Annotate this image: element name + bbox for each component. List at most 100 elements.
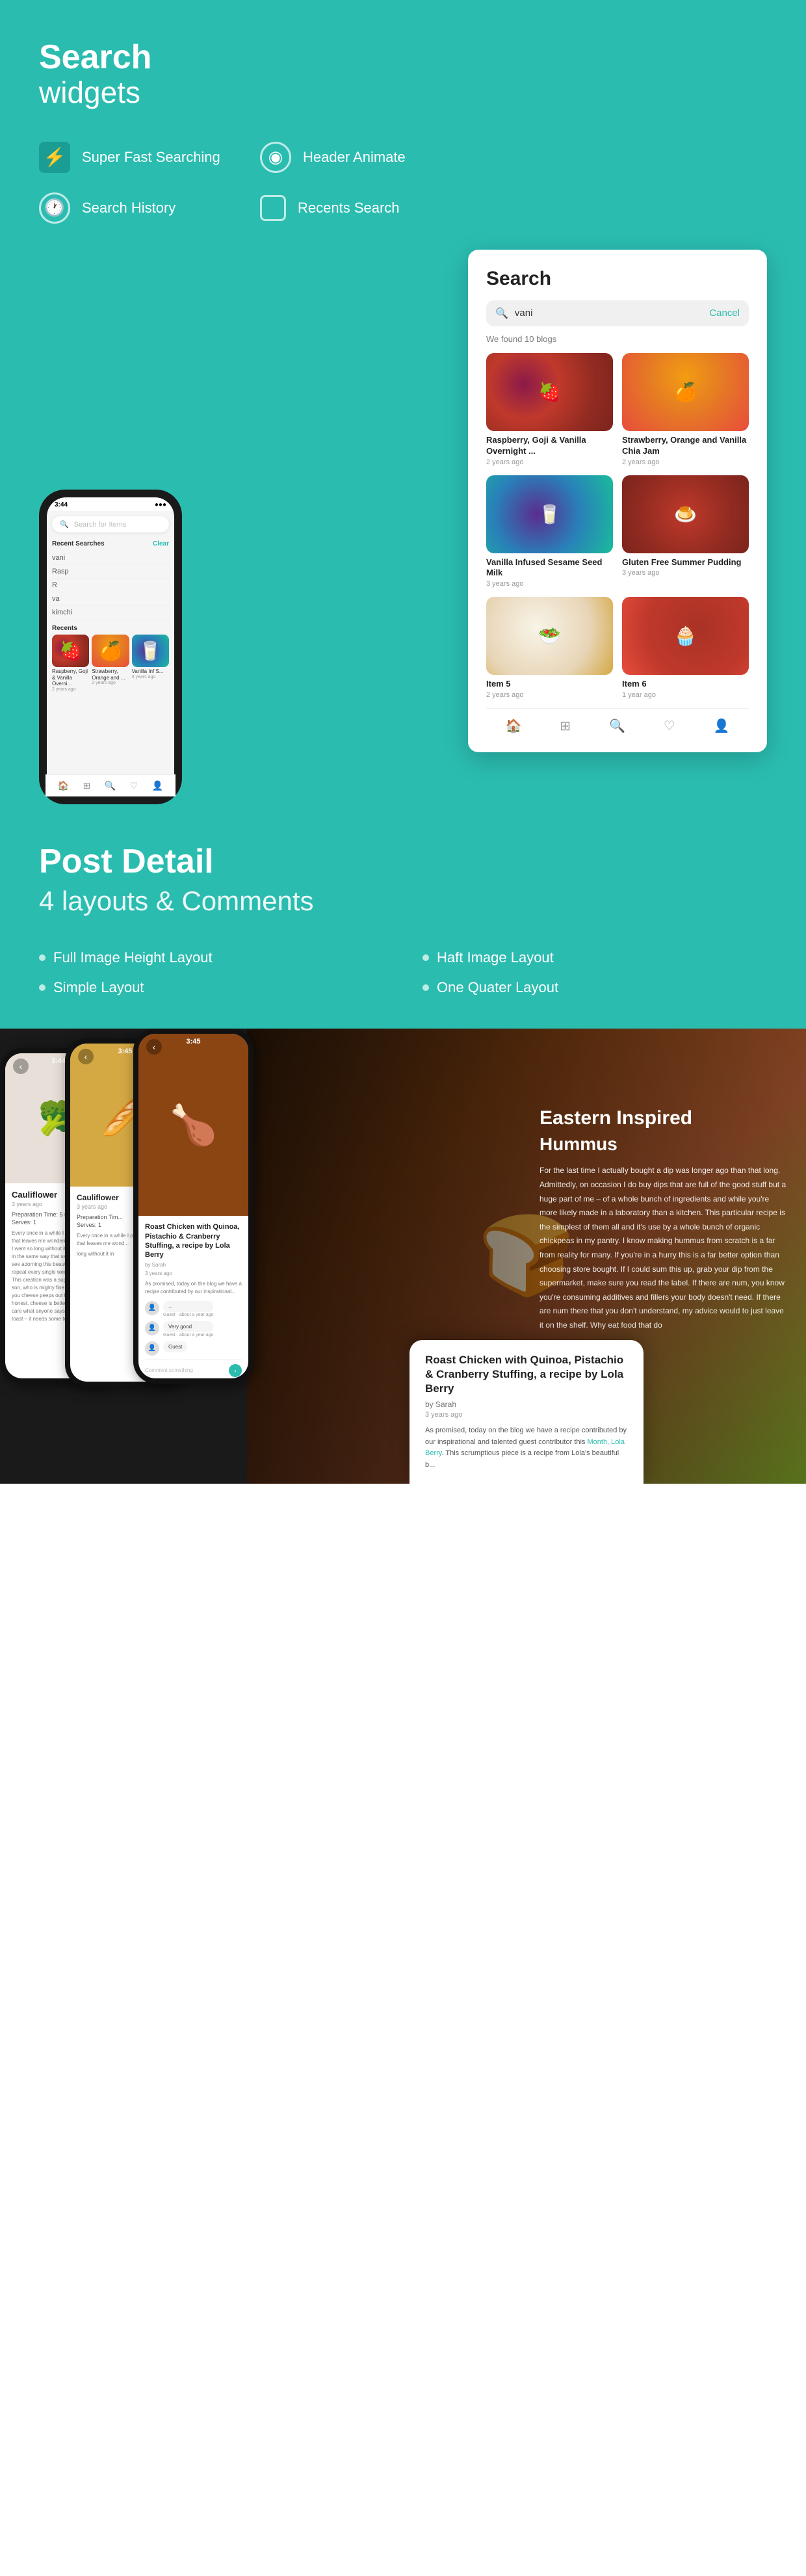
result-date-4: 3 years ago bbox=[622, 569, 749, 577]
search-item-vani[interactable]: vani bbox=[52, 551, 169, 565]
result-title-1: Raspberry, Goji & Vanilla Overnight ... bbox=[486, 435, 613, 457]
result-item-1[interactable]: Raspberry, Goji & Vanilla Overnight ... … bbox=[486, 353, 613, 466]
result-item-4[interactable]: Gluten Free Summer Pudding 3 years ago bbox=[622, 475, 749, 588]
comment-content-3: Guest bbox=[163, 1341, 187, 1352]
nav-home-icon[interactable]: 🏠 bbox=[58, 780, 69, 791]
nav-grid-icon[interactable]: ⊞ bbox=[83, 780, 91, 791]
result-item-3[interactable]: Vanilla Infused Sesame Seed Milk 3 years… bbox=[486, 475, 613, 588]
phone-3-full: 🍗 3:45 ‹ Roast Chicken with Quinoa, Pist… bbox=[138, 1034, 248, 1378]
nav-search-icon[interactable]: 🔍 bbox=[105, 780, 116, 791]
layouts-grid: Full Image Height Layout Haft Image Layo… bbox=[39, 949, 767, 996]
comment-row-2: 👤 Very good Guest · about a year ago bbox=[145, 1321, 242, 1337]
result-date-3: 3 years ago bbox=[486, 580, 613, 588]
result-thumb-3 bbox=[486, 475, 613, 553]
result-title-5: Item 5 bbox=[486, 679, 613, 690]
search-icon: 🔍 bbox=[60, 520, 69, 529]
recipe-card-author: by Sarah bbox=[425, 1400, 628, 1409]
eastern-subtitle: Hummus bbox=[540, 1134, 786, 1155]
recipe-card-link[interactable]: Month, Lola Berry bbox=[425, 1438, 625, 1458]
comment-row-3: 👤 Guest bbox=[145, 1341, 242, 1356]
circle-icon: ◉ bbox=[260, 142, 291, 173]
right-content: 🍞 Eastern Inspired Hummus For the last t… bbox=[247, 1029, 806, 1484]
comment-avatar-2: 👤 bbox=[145, 1321, 159, 1335]
search-item-va[interactable]: va bbox=[52, 592, 169, 606]
search-query: vani bbox=[515, 308, 703, 319]
result-item-2[interactable]: Strawberry, Orange and Vanilla Chia Jam … bbox=[622, 353, 749, 466]
phone-mockup: 3:44 ●●● 🔍 Search for Items Recent Searc… bbox=[39, 490, 182, 804]
sp-nav-home[interactable]: 🏠 bbox=[505, 718, 521, 734]
result-item-5[interactable]: Item 5 2 years ago bbox=[486, 597, 613, 699]
comment-meta-2: Guest · about a year ago bbox=[163, 1333, 213, 1337]
bullet-1 bbox=[39, 954, 46, 961]
thumb-strawberry[interactable] bbox=[92, 635, 129, 667]
search-panel-nav: 🏠 ⊞ 🔍 ♡ 👤 bbox=[486, 708, 749, 734]
phone-3: 🍗 3:45 ‹ Roast Chicken with Quinoa, Pist… bbox=[133, 1029, 254, 1384]
features-grid: ⚡ Super Fast Searching ◉ Header Animate … bbox=[39, 142, 442, 224]
sp-nav-user[interactable]: 👤 bbox=[714, 718, 730, 734]
search-input-icon: 🔍 bbox=[495, 307, 508, 320]
feature-header: ◉ Header Animate bbox=[260, 142, 442, 173]
nav-heart-icon[interactable]: ♡ bbox=[130, 780, 138, 791]
phone-3-content: Roast Chicken with Quinoa, Pistachio & C… bbox=[138, 1216, 248, 1378]
search-bar[interactable]: 🔍 vani Cancel bbox=[486, 300, 749, 326]
result-date-2: 2 years ago bbox=[622, 458, 749, 466]
eastern-body: For the last time I actually bought a di… bbox=[540, 1164, 786, 1332]
recipe-card-body: As promised, today on the blog we have a… bbox=[425, 1425, 628, 1471]
send-button[interactable]: › bbox=[229, 1364, 242, 1377]
phone-3-author: by Sarah bbox=[145, 1262, 242, 1268]
left-phones: 🥦 ‹ 3:44 Cauliflower 3 years ago Prepara… bbox=[0, 1029, 247, 1484]
comment-meta-1: Guest · about a year ago bbox=[163, 1313, 213, 1317]
cancel-button[interactable]: Cancel bbox=[709, 308, 740, 319]
eastern-text-block: Eastern Inspired Hummus For the last tim… bbox=[540, 1107, 786, 1332]
comment-avatar-1: 👤 bbox=[145, 1301, 159, 1315]
phone-3-recipe-title: Roast Chicken with Quinoa, Pistachio & C… bbox=[145, 1222, 242, 1259]
feature-fast: ⚡ Super Fast Searching bbox=[39, 142, 221, 173]
bullet-2 bbox=[422, 954, 429, 961]
comment-bubble-3: Guest bbox=[163, 1341, 187, 1352]
search-item-rasp[interactable]: Rasp bbox=[52, 565, 169, 579]
bullet-3 bbox=[39, 984, 46, 991]
square-icon bbox=[260, 195, 286, 221]
list-item[interactable]: Strawberry, Orange and ... 2 years ago bbox=[92, 635, 129, 692]
post-detail-section: Post Detail 4 layouts & Comments Full Im… bbox=[0, 804, 806, 1029]
comment-row-1: 👤 ... Guest · about a year ago bbox=[145, 1301, 242, 1317]
result-thumb-6 bbox=[622, 597, 749, 675]
sp-nav-search[interactable]: 🔍 bbox=[609, 718, 625, 734]
layout-quarter: One Quater Layout bbox=[422, 979, 767, 996]
nav-user-icon[interactable]: 👤 bbox=[152, 780, 163, 791]
result-thumb-5 bbox=[486, 597, 613, 675]
feature-history: 🕐 Search History bbox=[39, 192, 221, 224]
search-found-text: We found 10 blogs bbox=[486, 334, 749, 344]
result-item-6[interactable]: Item 6 1 year ago bbox=[622, 597, 749, 699]
result-thumb-4 bbox=[622, 475, 749, 553]
bullet-4 bbox=[422, 984, 429, 991]
layout-full: Full Image Height Layout bbox=[39, 949, 384, 966]
phone-3-body: As promised, today on the blog we have a… bbox=[145, 1280, 242, 1296]
search-item-r[interactable]: R bbox=[52, 579, 169, 592]
thumb-raspberry[interactable] bbox=[52, 635, 89, 667]
eastern-title: Eastern Inspired bbox=[540, 1107, 786, 1130]
clear-button[interactable]: Clear bbox=[153, 540, 169, 547]
comment-content-2: Very good Guest · about a year ago bbox=[163, 1321, 213, 1337]
list-item[interactable]: Raspberry, Goji & Vanilla Overni... 2 ye… bbox=[52, 635, 89, 692]
phone-screen: 3:44 ●●● 🔍 Search for Items Recent Searc… bbox=[47, 497, 174, 796]
list-item[interactable]: Vanilla Inf S... 3 years ago bbox=[132, 635, 169, 692]
sp-nav-grid[interactable]: ⊞ bbox=[560, 718, 571, 734]
comment-content-1: ... Guest · about a year ago bbox=[163, 1301, 213, 1317]
result-date-1: 2 years ago bbox=[486, 458, 613, 466]
comment-input-placeholder[interactable]: Comment something bbox=[145, 1367, 225, 1373]
search-panel: Search 🔍 vani Cancel We found 10 blogs R… bbox=[468, 250, 767, 752]
recipe-card-date: 3 years ago bbox=[425, 1411, 628, 1419]
result-thumb-1 bbox=[486, 353, 613, 431]
search-results-grid: Raspberry, Goji & Vanilla Overnight ... … bbox=[486, 353, 749, 699]
result-title-6: Item 6 bbox=[622, 679, 749, 690]
search-item-kimchi[interactable]: kimchi bbox=[52, 606, 169, 620]
phone-search-bar[interactable]: 🔍 Search for Items bbox=[52, 516, 169, 532]
phone-content: Recent Searches Clear vani Rasp R va kim… bbox=[47, 538, 174, 698]
thumb-vanilla[interactable] bbox=[132, 635, 169, 667]
search-placeholder: Search for Items bbox=[74, 521, 127, 529]
result-thumb-2 bbox=[622, 353, 749, 431]
comment-bubble-1: ... bbox=[163, 1301, 213, 1312]
sp-nav-heart[interactable]: ♡ bbox=[664, 718, 675, 734]
feature-recents: Recents Search bbox=[260, 192, 442, 224]
